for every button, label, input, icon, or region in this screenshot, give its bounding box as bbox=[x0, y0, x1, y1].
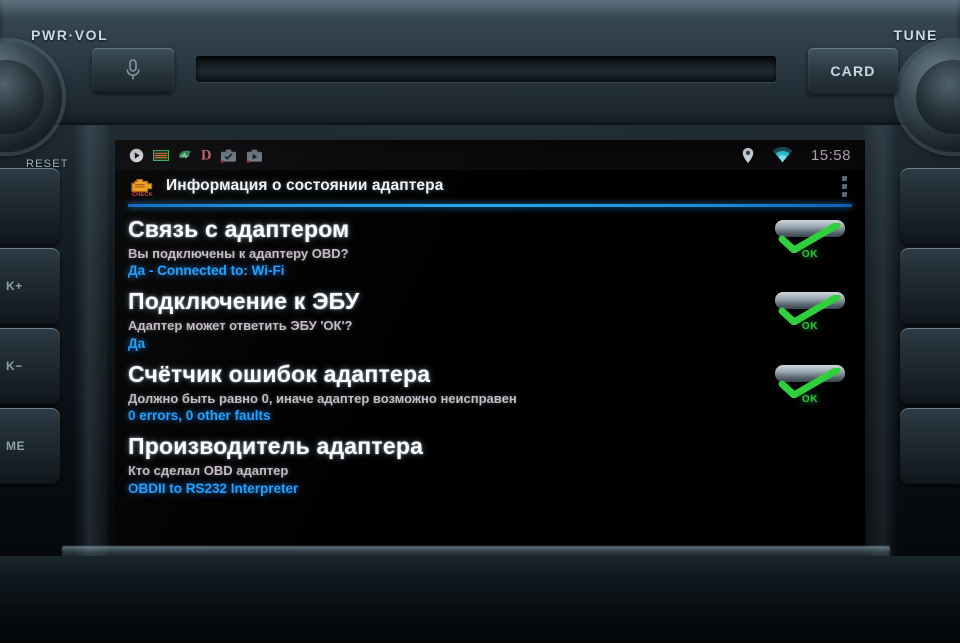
side-button-right-1[interactable] bbox=[900, 168, 960, 244]
side-button-left-2[interactable]: K+ bbox=[0, 248, 60, 324]
svg-text:CHECK: CHECK bbox=[132, 192, 154, 197]
lcd-screen: D 15:58 CHECK Информация о состоянии ада… bbox=[115, 140, 865, 546]
status-label: OK bbox=[801, 249, 819, 260]
microphone-icon bbox=[126, 59, 140, 80]
tune-label: TUNE bbox=[893, 27, 938, 43]
row-title: Счётчик ошибок адаптера bbox=[128, 360, 431, 387]
wifi-icon bbox=[772, 147, 793, 163]
side-button-left-3[interactable]: K− bbox=[0, 328, 60, 404]
lower-shelf bbox=[0, 556, 960, 643]
right-button-stack bbox=[900, 168, 960, 488]
svg-text:D: D bbox=[201, 148, 211, 163]
side-button-left-4[interactable]: ME bbox=[0, 408, 60, 484]
list-item[interactable]: Счётчик ошибок адаптера Должно быть равн… bbox=[115, 361, 865, 424]
left-button-stack: K+ K− ME bbox=[0, 168, 60, 488]
status-badge: OK bbox=[771, 364, 849, 411]
row-subtitle: Должно быть равно 0, иначе адаптер возмо… bbox=[128, 390, 517, 406]
row-value: OBDII to RS232 Interpreter bbox=[128, 480, 299, 496]
row-subtitle: Кто сделал OBD адаптер bbox=[128, 463, 289, 479]
disc-slot bbox=[196, 56, 776, 82]
list-item[interactable]: Подключение к ЭБУ Адаптер может ответить… bbox=[115, 288, 865, 351]
row-value: 0 errors, 0 other faults bbox=[128, 408, 271, 424]
status-badge: OK bbox=[771, 292, 849, 338]
row-subtitle: Вы подключены к адаптеру OBD? bbox=[128, 245, 349, 261]
equalizer-icon bbox=[153, 149, 169, 161]
row-value: Да bbox=[128, 335, 146, 351]
list-item[interactable]: Производитель адаптера Кто сделал OBD ад… bbox=[115, 433, 865, 496]
side-button-right-2[interactable] bbox=[900, 248, 960, 324]
pwr-vol-label: PWR·VOL bbox=[31, 27, 109, 43]
side-button-right-4[interactable] bbox=[900, 408, 960, 484]
side-button-left-3-label: K− bbox=[6, 359, 23, 373]
status-label: OK bbox=[801, 321, 819, 333]
side-button-left-4-label: ME bbox=[6, 439, 25, 453]
android-status-bar: D 15:58 bbox=[115, 140, 865, 170]
row-value: Да - Connected to: Wi-Fi bbox=[128, 263, 285, 279]
card-button-label: CARD bbox=[830, 63, 876, 79]
overflow-menu-icon[interactable] bbox=[836, 173, 853, 200]
car-head-unit: PWR·VOL TUNE RESET CARD K+ K− ME D 15:58… bbox=[0, 0, 960, 643]
app-action-bar: CHECK Информация о состоянии адаптера bbox=[115, 170, 865, 202]
row-title: Подключение к ЭБУ bbox=[128, 288, 360, 315]
page-title: Информация о состоянии адаптера bbox=[166, 177, 444, 194]
briefcase-play-icon bbox=[246, 149, 262, 163]
row-title: Связь с адаптером bbox=[128, 216, 350, 242]
location-pin-icon bbox=[742, 147, 754, 163]
list-item[interactable]: Связь с адаптером Вы подключены к адапте… bbox=[115, 216, 865, 279]
side-button-left-2-label: K+ bbox=[6, 279, 23, 293]
pulse-icon bbox=[179, 150, 191, 159]
row-subtitle: Адаптер может ответить ЭБУ 'ОК'? bbox=[128, 318, 353, 334]
status-badge: OK bbox=[771, 220, 849, 266]
microphone-button[interactable] bbox=[92, 48, 174, 92]
play-icon bbox=[129, 148, 144, 162]
status-bar-clock: 15:58 bbox=[810, 146, 851, 164]
side-button-right-3[interactable] bbox=[900, 328, 960, 404]
adapter-status-list: Связь с адаптером Вы подключены к адапте… bbox=[115, 207, 865, 497]
side-button-left-1[interactable] bbox=[0, 168, 60, 244]
status-bar-right: 15:58 bbox=[742, 147, 851, 164]
row-title: Производитель адаптера bbox=[128, 433, 424, 460]
status-bar-left-icons: D bbox=[129, 147, 263, 163]
letter-d-icon: D bbox=[201, 148, 211, 163]
check-engine-icon: CHECK bbox=[129, 175, 155, 198]
card-button[interactable]: CARD bbox=[808, 48, 898, 94]
status-label: OK bbox=[801, 393, 819, 405]
briefcase-check-icon bbox=[220, 149, 236, 163]
